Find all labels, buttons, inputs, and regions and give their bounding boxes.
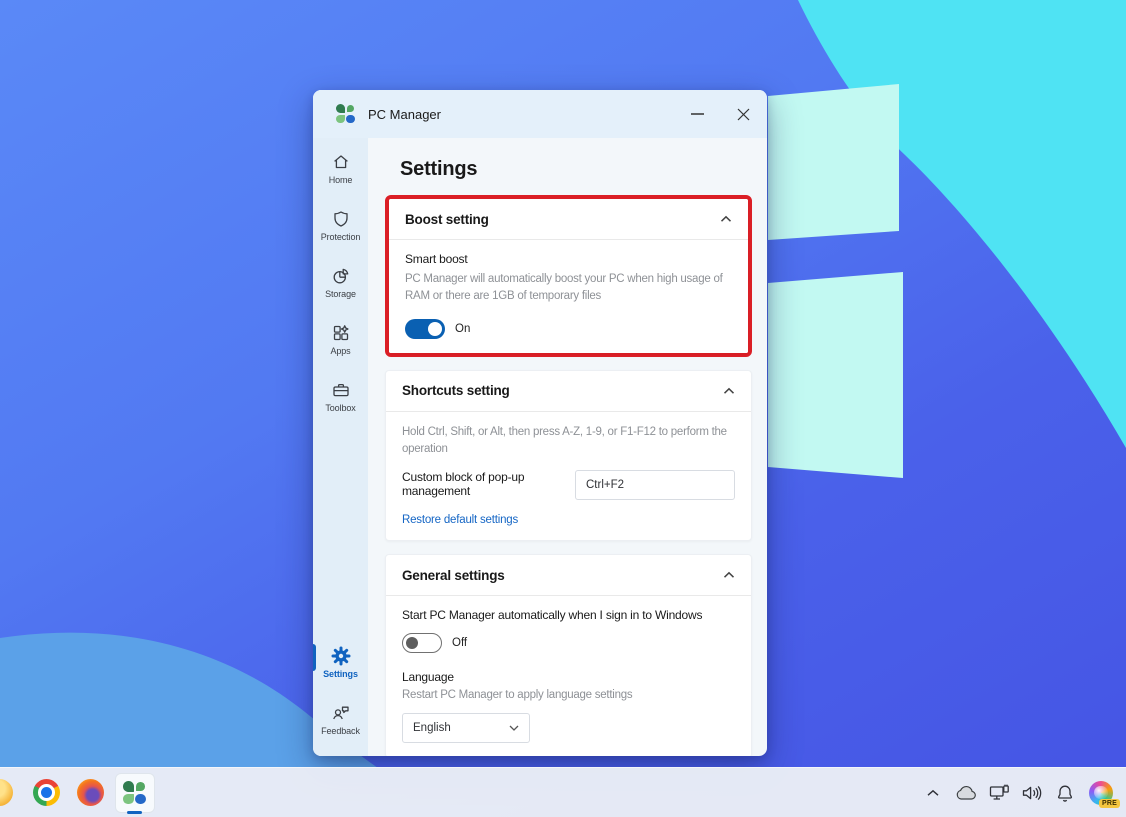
highlight-annotation: Boost setting Smart boost PC Manager wil… [385,195,752,357]
section-title: Shortcuts setting [402,383,510,398]
smart-boost-label: Smart boost [405,252,732,266]
language-value: English [413,722,451,734]
shield-icon [331,209,351,229]
sidebar-item-label: Settings [323,669,358,679]
general-settings-card: General settings Start PC Manager automa… [385,554,752,756]
network-icon[interactable] [987,779,1011,807]
sidebar-item-home[interactable]: Home [313,152,368,186]
language-label: Language [402,670,735,684]
general-settings-header[interactable]: General settings [386,555,751,595]
chevron-up-icon[interactable] [723,571,735,579]
pc-manager-window: PC Manager Home [313,90,767,756]
shortcut-input[interactable]: Ctrl+F2 [575,470,735,500]
shortcuts-setting-card: Shortcuts setting Hold Ctrl, Shift, or A… [385,370,752,542]
sidebar-item-label: Storage [325,289,356,299]
sidebar-item-label: Protection [321,232,361,242]
chevron-up-icon[interactable] [720,215,732,223]
boost-setting-header[interactable]: Boost setting [389,199,748,239]
home-icon [331,152,351,172]
taskbar-pc-manager-button[interactable] [115,773,155,813]
onedrive-cloud-icon[interactable] [954,779,978,807]
sidebar-item-label: Home [329,175,353,185]
sidebar-item-apps[interactable]: Apps [313,323,368,357]
minimize-button[interactable] [689,106,705,122]
desktop: PC Manager Home [0,0,1126,817]
hidden-icons-chevron[interactable] [921,779,945,807]
feedback-icon [331,703,351,723]
language-dropdown[interactable]: English [402,713,530,743]
sidebar-item-label: Apps [330,346,350,356]
smart-boost-toggle[interactable] [405,319,445,339]
gear-icon [331,646,351,666]
volume-icon[interactable] [1020,779,1044,807]
close-button[interactable] [735,106,751,122]
pc-manager-icon [123,781,147,805]
toggle-state-label: Off [452,637,467,649]
shortcuts-setting-header[interactable]: Shortcuts setting [386,371,751,411]
sidebar-item-settings[interactable]: Settings [313,646,368,680]
custom-block-label: Custom block of pop-up management [402,470,572,498]
firefox-icon[interactable] [77,779,104,806]
sidebar: Home Protection Storage [313,138,368,756]
apps-grid-icon [331,323,351,343]
toolbox-icon [331,380,351,400]
system-tray: PRE [921,768,1116,817]
sidebar-item-feedback[interactable]: Feedback [313,703,368,737]
window-title: PC Manager [368,107,441,122]
chevron-down-icon [509,725,519,731]
sidebar-item-storage[interactable]: Storage [313,266,368,300]
boost-setting-card: Boost setting Smart boost PC Manager wil… [389,199,748,353]
language-hint: Restart PC Manager to apply language set… [402,687,735,704]
sidebar-item-label: Toolbox [325,403,355,413]
sidebar-item-toolbox[interactable]: Toolbox [313,380,368,414]
section-title: Boost setting [405,212,489,227]
chrome-icon[interactable] [33,779,60,806]
taskbar-yellow-app-icon[interactable] [0,779,13,806]
chevron-up-icon[interactable] [723,387,735,395]
active-app-indicator [127,811,142,814]
section-title: General settings [402,568,505,583]
sidebar-item-protection[interactable]: Protection [313,209,368,243]
autostart-label: Start PC Manager automatically when I si… [402,608,735,622]
shortcuts-hint: Hold Ctrl, Shift, or Alt, then press A-Z… [402,424,735,459]
page-title: Settings [400,158,752,181]
restore-defaults-link[interactable]: Restore default settings [402,514,735,526]
settings-page: Settings Boost setting Smart boost PC Ma… [368,138,767,756]
copilot-icon: PRE [1089,781,1113,805]
taskbar: PRE [0,767,1126,817]
copilot-pre-badge: PRE [1099,799,1120,808]
pc-manager-logo-icon [336,104,356,124]
sidebar-item-label: Feedback [321,726,360,736]
autostart-toggle[interactable] [402,633,442,653]
pie-chart-icon [331,266,351,286]
window-titlebar: PC Manager [313,90,767,138]
smart-boost-description: PC Manager will automatically boost your… [405,271,732,306]
toggle-state-label: On [455,323,470,335]
copilot-button[interactable]: PRE [1086,779,1116,807]
notifications-bell-icon[interactable] [1053,779,1077,807]
